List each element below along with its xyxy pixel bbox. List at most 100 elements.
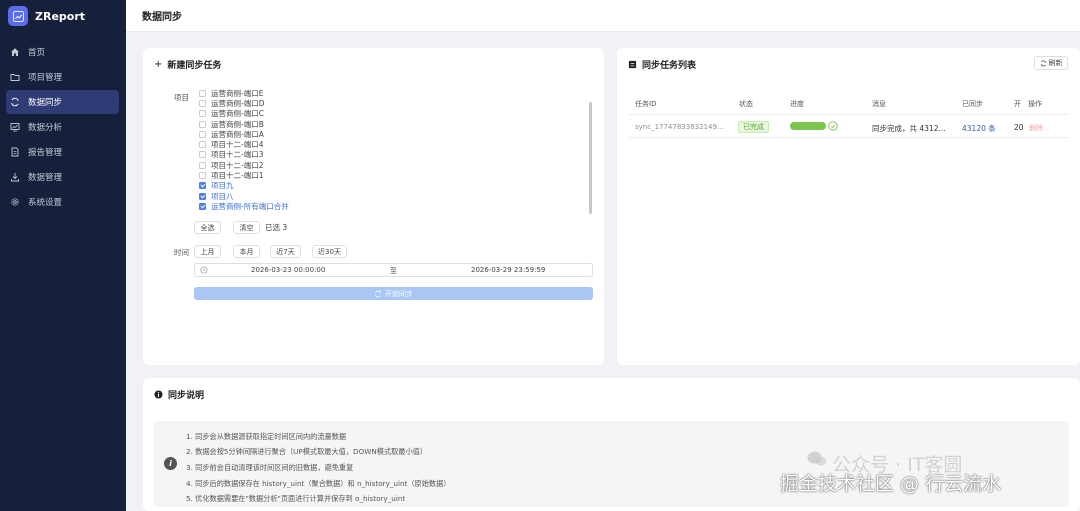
check-circle-icon: [828, 121, 838, 131]
col-header-start: 开: [1014, 100, 1021, 108]
chart-icon: [10, 123, 20, 132]
col-header-message: 消息: [872, 100, 886, 108]
message-cell: 同步完成，共 4312...: [872, 124, 946, 133]
home-icon: [11, 48, 19, 56]
note-item: 4. 同步后的数据保存在 history_uint（聚合数据）和 n_histo…: [186, 478, 451, 488]
note-item: 5. 优化数据需要在"数据分析"页面进行计算并保存到 o_history_uin…: [186, 494, 406, 504]
sidebar-item-settings[interactable]: 系统设置: [6, 190, 119, 214]
page-title: 数据同步: [142, 12, 182, 23]
checkbox-icon[interactable]: [199, 120, 206, 128]
clear-button[interactable]: 清空: [233, 221, 260, 234]
checkbox-icon[interactable]: [199, 141, 206, 149]
sidebar-item-data-sync[interactable]: 数据同步: [6, 90, 119, 114]
sidebar-item-label: 数据同步: [28, 98, 63, 108]
progress-bar: [790, 122, 826, 130]
clock-icon: [200, 266, 208, 274]
selected-count: 已选 3: [265, 223, 288, 232]
gear-icon: [11, 198, 19, 206]
sidebar-item-home[interactable]: 首页: [6, 40, 119, 64]
project-list-scrollbar[interactable]: [589, 102, 592, 214]
sidebar-item-label: 数据分析: [28, 123, 63, 133]
download-icon: [11, 173, 19, 182]
project-checkbox-label: 运营商侧-所有端口合并: [211, 201, 289, 211]
project-checkbox-item[interactable]: 运营商侧-端口D: [199, 98, 589, 108]
checkbox-icon[interactable]: [199, 172, 206, 180]
project-checkbox-item[interactable]: 项目十二-端口3: [199, 150, 589, 160]
range-30-days-button[interactable]: 近30天: [312, 245, 347, 258]
page-header: 数据同步: [126, 0, 1080, 32]
project-label: 项目: [174, 93, 189, 102]
task-id-cell: sync_17747833832149...: [635, 123, 724, 131]
start-sync-button[interactable]: 开始同步: [194, 287, 593, 300]
col-header-progress: 进度: [790, 100, 804, 108]
sidebar-item-label: 首页: [28, 48, 46, 58]
refresh-icon: [1040, 60, 1046, 66]
sync-notes-title: 同步说明: [154, 388, 204, 401]
chart-logo-icon: [8, 6, 28, 26]
sidebar-item-reports[interactable]: 报告管理: [6, 140, 119, 164]
info-circle-icon: [154, 390, 163, 399]
project-checkbox-item[interactable]: 运营商侧-端口E: [199, 88, 589, 98]
project-checkbox-item[interactable]: 项目九: [199, 181, 589, 191]
new-task-title: + 新建同步任务: [154, 59, 222, 71]
checkbox-icon[interactable]: [199, 89, 206, 97]
start-time-input[interactable]: 2026-03-23 00:00:00: [251, 266, 325, 274]
range-7-days-button[interactable]: 近7天: [270, 245, 301, 258]
task-list-card: 同步任务列表 刷新 任务ID 状态 进度 消息 已同步 开 操作 sync_17…: [617, 48, 1080, 365]
checkbox-checked-icon[interactable]: [199, 192, 206, 200]
col-header-synced: 已同步: [962, 100, 983, 108]
list-icon: [628, 60, 637, 69]
info-icon: i: [164, 457, 177, 470]
sync-icon: [374, 290, 382, 297]
sidebar-item-data-analysis[interactable]: 数据分析: [6, 115, 119, 139]
date-range-picker[interactable]: 2026-03-23 00:00:00 至 2026-03-29 23:59:5…: [194, 263, 593, 277]
project-checkbox-item[interactable]: 项目十二-端口1: [199, 170, 589, 180]
project-checkbox-item[interactable]: 项目十二-端口2: [199, 160, 589, 170]
sync-icon: [11, 97, 19, 107]
table-row-divider: [629, 137, 1069, 138]
checkbox-checked-icon[interactable]: [199, 182, 206, 190]
new-task-card: + 新建同步任务 项目 运营商侧-端口E 运营商侧-端口D 运营商侧-端口C 运营商侧…: [143, 48, 604, 365]
project-checkbox-list: 运营商侧-端口E 运营商侧-端口D 运营商侧-端口C 运营商侧-端口B 运营商侧-端口A…: [199, 88, 589, 212]
checkbox-icon[interactable]: [199, 130, 206, 138]
notes-list: 1. 同步会从数据源获取指定时间区间内的流量数据 2. 数据会按5分钟间隔进行聚…: [186, 429, 450, 507]
sidebar-item-projects[interactable]: 项目管理: [6, 65, 119, 89]
note-item: 2. 数据会按5分钟间隔进行聚合（UP模式取最大值，DOWN模式取最小值）: [186, 447, 428, 457]
checkbox-icon[interactable]: [199, 151, 206, 159]
refresh-button[interactable]: 刷新: [1034, 56, 1068, 70]
document-icon: [11, 147, 19, 157]
time-label: 时间: [174, 248, 189, 257]
checkbox-icon[interactable]: [199, 110, 206, 118]
status-badge: 已完成: [738, 121, 769, 133]
project-checkbox-item[interactable]: 项目十二-端口4: [199, 139, 589, 149]
checkbox-icon[interactable]: [199, 99, 206, 107]
project-checkbox-item[interactable]: 运营商侧-所有端口合并: [199, 201, 589, 211]
synced-count-cell: 43120 条: [962, 124, 996, 133]
brand[interactable]: ZReport: [0, 0, 126, 32]
sidebar-item-label: 报告管理: [28, 148, 63, 158]
col-header-status: 状态: [739, 100, 753, 108]
wechat-icon: [807, 451, 827, 466]
range-last-month-button[interactable]: 上月: [194, 245, 221, 258]
start-time-cell: 20: [1014, 123, 1024, 132]
range-this-month-button[interactable]: 本月: [233, 245, 260, 258]
sidebar-nav: 首页 项目管理 数据同步 数据分析 报告管理 数据管理 系统设置: [0, 40, 126, 214]
note-item: 1. 同步会从数据源获取指定时间区间内的流量数据: [186, 431, 347, 441]
delete-button[interactable]: 删除: [1029, 123, 1043, 133]
checkbox-icon[interactable]: [199, 161, 206, 169]
project-checkbox-item[interactable]: 项目八: [199, 191, 589, 201]
end-time-input[interactable]: 2026-03-29 23:59:59: [471, 266, 545, 274]
select-all-button[interactable]: 全选: [194, 221, 221, 234]
project-checkbox-item[interactable]: 运营商侧-端口C: [199, 109, 589, 119]
project-checkbox-item[interactable]: 运营商侧-端口A: [199, 129, 589, 139]
sidebar-item-data-management[interactable]: 数据管理: [6, 165, 119, 189]
sidebar-item-label: 系统设置: [28, 198, 63, 208]
range-separator: 至: [390, 267, 397, 275]
table-header-divider: [629, 114, 1069, 115]
project-checkbox-item[interactable]: 运营商侧-端口B: [199, 119, 589, 129]
watermark-line-2: 掘金技术社区 @ 行云流水: [780, 473, 1002, 495]
plus-icon: +: [154, 59, 163, 70]
checkbox-checked-icon[interactable]: [199, 202, 206, 210]
col-header-actions: 操作: [1028, 100, 1042, 108]
col-header-task-id: 任务ID: [635, 100, 657, 108]
